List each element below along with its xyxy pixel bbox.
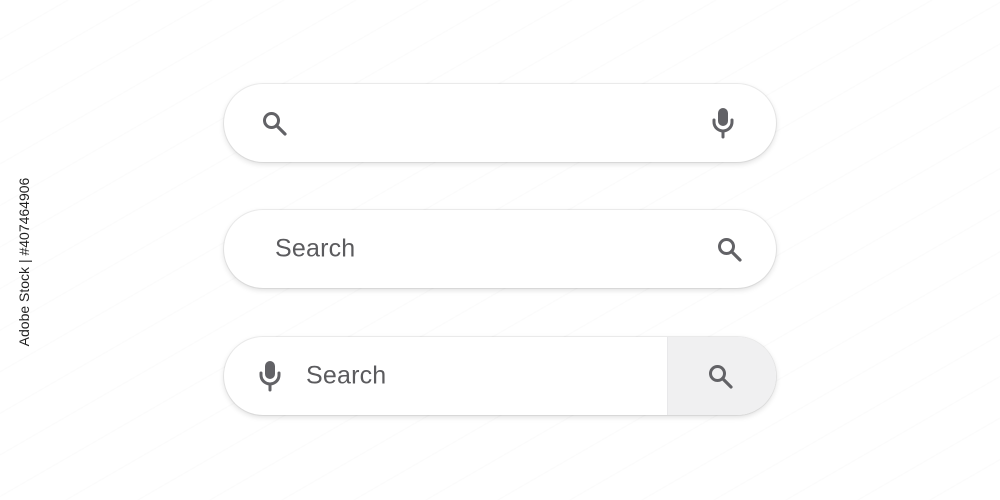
- canvas: Search Search Adobe Stock | #407464906: [0, 0, 1000, 500]
- search-button[interactable]: [667, 337, 776, 415]
- search-bar-2[interactable]: Search: [224, 210, 776, 288]
- search-icon[interactable]: [260, 109, 288, 137]
- microphone-icon[interactable]: [710, 106, 736, 140]
- search-placeholder: Search: [275, 234, 356, 263]
- search-placeholder: Search: [306, 361, 387, 390]
- search-bar-3[interactable]: Search: [224, 337, 776, 415]
- search-icon[interactable]: [715, 235, 743, 263]
- search-icon: [706, 362, 734, 390]
- watermark-side-text: Adobe Stock | #407464906: [16, 177, 32, 347]
- microphone-icon[interactable]: [257, 359, 283, 393]
- search-bar-1[interactable]: [224, 84, 776, 162]
